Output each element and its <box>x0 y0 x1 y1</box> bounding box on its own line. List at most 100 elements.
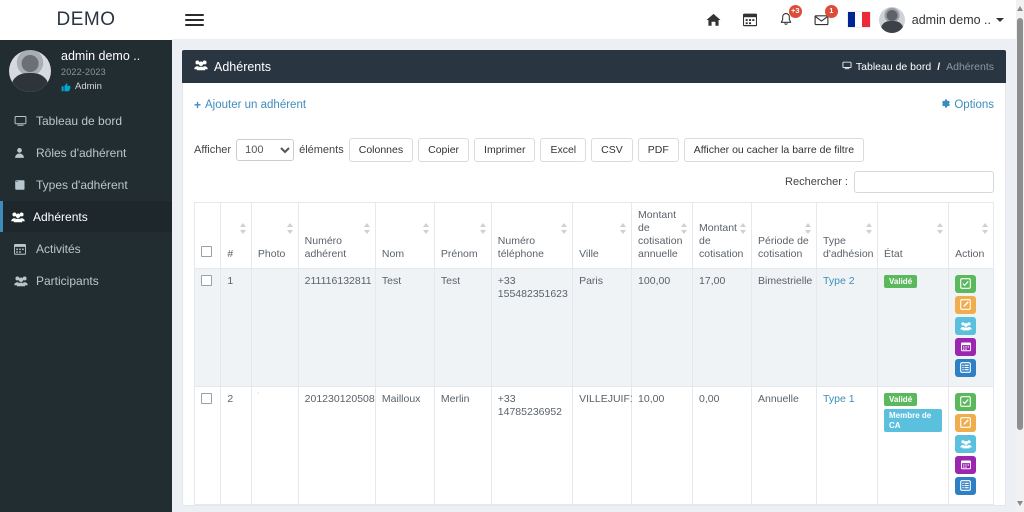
content-header: Adhérents Tableau de bord / Adhérents <box>182 50 1006 83</box>
row-checkbox[interactable] <box>201 274 212 286</box>
sort-icon[interactable] <box>805 223 812 234</box>
th-photo[interactable]: Photo <box>250 202 299 269</box>
calendar-icon[interactable] <box>955 337 977 356</box>
row-actions <box>955 274 987 380</box>
breadcrumb-separator: / <box>937 60 941 73</box>
th-type-adhesion[interactable]: Type d'adhésion <box>816 202 879 269</box>
page-scrollbar[interactable] <box>1016 0 1024 512</box>
th-label: Type d'adhésion <box>823 235 874 261</box>
options-label: Options <box>954 99 994 111</box>
sort-icon[interactable] <box>561 223 568 234</box>
th-montant-annuel[interactable]: Montant de cotisation annuelle <box>631 202 694 269</box>
copy-button[interactable]: Copier <box>418 138 470 162</box>
sort-icon[interactable] <box>681 223 688 234</box>
th-action[interactable]: Action <box>948 202 994 269</box>
th-periode-cotisation[interactable]: Période de cotisation <box>750 202 818 269</box>
th-label: Période de cotisation <box>757 235 809 261</box>
sort-icon[interactable] <box>479 223 487 234</box>
sort-icon[interactable] <box>363 223 371 234</box>
toggle-filter-bar-button[interactable]: Afficher ou cacher la barre de filtre <box>683 138 865 162</box>
users-icon[interactable] <box>955 316 977 335</box>
th-prenom[interactable]: Prénom <box>433 202 492 269</box>
check-square-icon[interactable] <box>955 392 977 411</box>
sort-icon[interactable] <box>982 223 989 234</box>
th-nom[interactable]: Nom <box>374 202 435 269</box>
sort-icon[interactable] <box>937 223 944 234</box>
type-adhesion-link[interactable]: Type 2 <box>823 275 855 287</box>
sidebar-item-participants[interactable]: Participants <box>0 265 172 296</box>
options-button[interactable]: Options <box>939 98 994 112</box>
sort-icon[interactable] <box>866 223 873 234</box>
calendar-icon[interactable] <box>955 455 977 474</box>
sidebar-user-panel[interactable]: admin demo .. 2022-2023 Admin <box>0 40 172 102</box>
cell-ville: VILLEJUIF1 <box>572 385 636 505</box>
sidebar-item-label: Types d'adhérent <box>36 177 128 192</box>
sidebar-item-activites[interactable]: Activités <box>0 233 172 264</box>
home-icon[interactable] <box>699 0 729 40</box>
cell-nom: Mailloux <box>374 385 435 505</box>
brand-logo[interactable]: DEMO <box>0 0 172 40</box>
scroll-down-arrow-icon[interactable] <box>1017 501 1023 506</box>
cell-select <box>193 385 222 505</box>
sidebar-item-types-d-adherent[interactable]: Types d'adhérent <box>0 169 172 200</box>
cell-telephone: +33 14785236952 <box>490 385 574 505</box>
search-label-wrap: Rechercher : <box>785 171 994 193</box>
sort-icon[interactable] <box>739 223 747 234</box>
hamburger-icon[interactable] <box>172 0 216 40</box>
th-ville[interactable]: Ville <box>572 202 633 269</box>
csv-button[interactable]: CSV <box>591 138 633 162</box>
users-icon[interactable] <box>955 434 977 453</box>
sidebar-item-tableau-de-bord[interactable]: Tableau de bord <box>0 105 172 136</box>
scroll-up-arrow-icon[interactable] <box>1017 6 1023 11</box>
th-numero-adherent[interactable]: Numéro adhérent <box>297 202 376 269</box>
add-adherent-button[interactable]: + Ajouter un adhérent <box>194 98 306 112</box>
sidebar-item-label: Participants <box>36 273 99 288</box>
calendar-icon[interactable] <box>735 0 765 40</box>
add-adherent-label: Ajouter un adhérent <box>205 99 307 111</box>
th-etat[interactable]: État <box>877 202 950 269</box>
table-row[interactable]: 2 201230120508 Mailloux Merlin +33 14785… <box>193 385 994 505</box>
sort-icon[interactable] <box>239 223 247 234</box>
sort-icon[interactable] <box>286 223 294 234</box>
sort-icon[interactable] <box>422 223 430 234</box>
sort-icon[interactable] <box>620 223 627 234</box>
page-title-label: Adhérents <box>214 59 271 74</box>
sidebar-item-adherents[interactable]: Adhérents <box>0 201 172 232</box>
select-all-checkbox[interactable] <box>201 246 212 258</box>
table-row[interactable]: 1 211116132811 Test Test +33 15548235162… <box>193 267 994 387</box>
cell-montant-annuel: 10,00 <box>631 385 694 505</box>
columns-button[interactable]: Colonnes <box>348 138 414 162</box>
excel-button[interactable]: Excel <box>540 138 587 162</box>
list-icon[interactable] <box>955 476 977 495</box>
user-menu[interactable]: admin demo .. <box>878 6 1008 33</box>
th-label: Montant de cotisation <box>699 222 744 261</box>
calendar-icon <box>14 243 36 255</box>
sidebar-user-info: admin demo .. 2022-2023 Admin <box>61 49 140 93</box>
check-square-icon[interactable] <box>955 274 977 293</box>
bell-icon[interactable]: +3 <box>771 0 802 40</box>
row-actions <box>955 392 987 498</box>
pencil-square-icon[interactable] <box>955 295 977 314</box>
sidebar-item-label: Activités <box>36 241 81 256</box>
pencil-square-icon[interactable] <box>955 413 977 432</box>
sidebar-item-roles-d-adherent[interactable]: Rôles d'adhérent <box>0 137 172 168</box>
scrollbar-thumb[interactable] <box>1017 18 1023 430</box>
main-content: Adhérents Tableau de bord / Adhérents + … <box>172 40 1016 512</box>
th-montant-cotisation[interactable]: Montant de cotisation <box>692 202 752 269</box>
language-flag-fr[interactable] <box>847 12 870 27</box>
status-badge: Validé <box>884 274 918 289</box>
breadcrumb-home[interactable]: Tableau de bord <box>856 61 931 73</box>
users-icon <box>194 59 214 74</box>
row-checkbox[interactable] <box>201 392 212 404</box>
cell-etat: Validé Membre de CA <box>877 385 950 505</box>
type-adhesion-link[interactable]: Type 1 <box>823 393 855 405</box>
page-length-select[interactable]: 100 <box>236 139 295 161</box>
print-button[interactable]: Imprimer <box>474 138 536 162</box>
pdf-button[interactable]: PDF <box>637 138 679 162</box>
envelope-icon[interactable]: 1 <box>807 0 838 40</box>
th-telephone[interactable]: Numéro téléphone <box>490 202 574 269</box>
adherents-table: # Photo Numéro adhérent Nom Prénom Numér… <box>193 202 994 505</box>
list-icon[interactable] <box>955 358 977 377</box>
search-input[interactable] <box>854 171 994 193</box>
th-index[interactable]: # <box>220 202 252 269</box>
